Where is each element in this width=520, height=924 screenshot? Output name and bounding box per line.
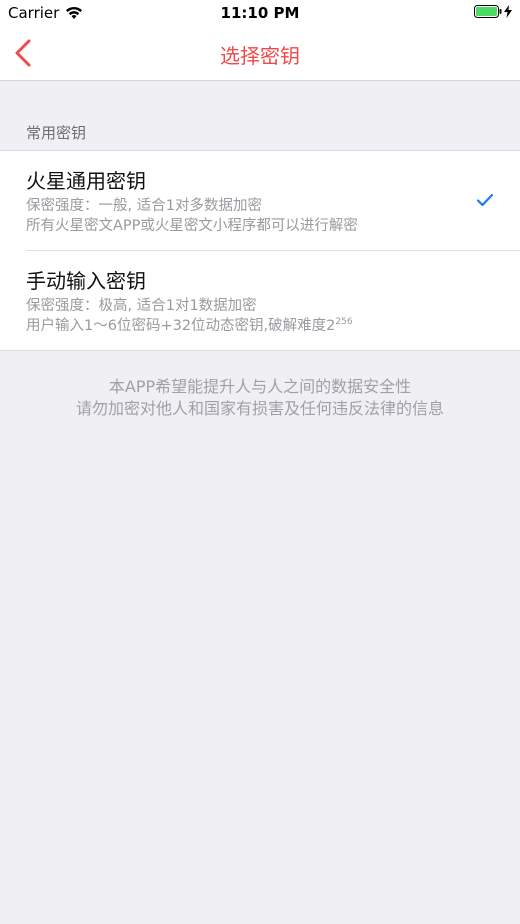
option-detail: 所有火星密文APP或火星密文小程序都可以进行解密 <box>26 218 358 234</box>
option-detail: 用户输入1～6位密码+32位动态密钥,破解难度2256 <box>26 316 353 336</box>
option-description: 保密强度：极高, 适合1对1数据加密 用户输入1～6位密码+32位动态密钥,破解… <box>26 296 353 336</box>
option-strength: 保密强度：一般, 适合1对多数据加密 <box>26 198 262 214</box>
option-description: 保密强度：一般, 适合1对多数据加密 所有火星密文APP或火星密文小程序都可以进… <box>26 196 358 236</box>
option-detail-text: 用户输入1～6位密码+32位动态密钥,破解难度2 <box>26 318 336 334</box>
option-title: 火星通用密钥 <box>26 169 146 193</box>
battery-icon <box>474 5 502 18</box>
option-strength: 保密强度：极高, 适合1对1数据加密 <box>26 298 257 314</box>
page-title: 选择密钥 <box>220 44 300 68</box>
footer-line-2: 请勿加密对他人和国家有损害及任何违反法律的信息 <box>75 399 444 418</box>
section-header: 常用密钥 <box>26 124 87 142</box>
charging-bolt-icon <box>504 5 512 18</box>
footer-notice: 本APP希望能提升人与人之间的数据安全性 请勿加密对他人和国家有损害及任何违反法… <box>0 376 520 420</box>
footer-line-1: 本APP希望能提升人与人之间的数据安全性 <box>108 377 412 396</box>
status-bar: Carrier 11:10 PM <box>0 0 520 26</box>
navigation-bar: 选择密钥 <box>0 26 520 81</box>
key-option-mars-universal[interactable]: 火星通用密钥 保密强度：一般, 适合1对多数据加密 所有火星密文APP或火星密文… <box>0 151 520 250</box>
status-right <box>474 5 512 18</box>
key-option-manual-input[interactable]: 手动输入密钥 保密强度：极高, 适合1对1数据加密 用户输入1～6位密码+32位… <box>26 250 520 350</box>
option-title: 手动输入密钥 <box>26 269 146 293</box>
key-options-list: 火星通用密钥 保密强度：一般, 适合1对多数据加密 所有火星密文APP或火星密文… <box>0 150 520 351</box>
clock: 11:10 PM <box>220 4 300 22</box>
checkmark-icon <box>476 193 494 207</box>
exponent: 256 <box>335 317 353 328</box>
